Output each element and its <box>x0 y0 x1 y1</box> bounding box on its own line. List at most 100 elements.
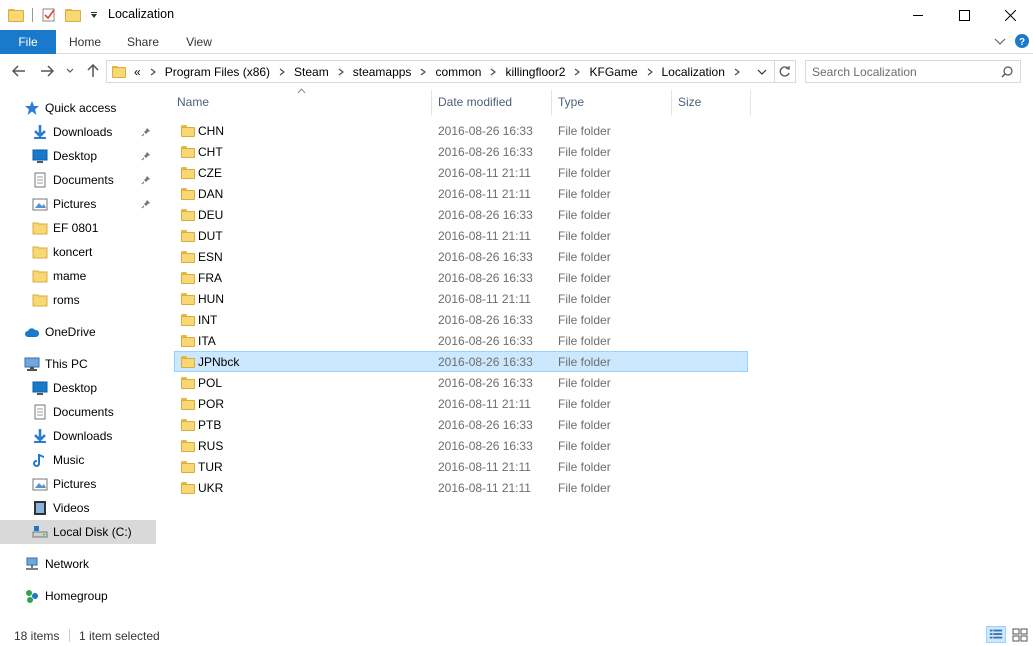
column-header-type[interactable]: Type <box>558 86 670 118</box>
file-row[interactable]: DUT 2016-08-11 21:11 File folder <box>174 225 748 246</box>
search-input[interactable] <box>812 62 992 82</box>
pin-icon[interactable] <box>141 175 151 185</box>
title-bar: Localization <box>0 0 1033 30</box>
minimize-button[interactable] <box>895 0 941 30</box>
address-overflow[interactable]: « <box>134 65 141 79</box>
sidebar-item-this-pc[interactable]: This PC <box>0 352 156 376</box>
address-bar[interactable]: « Program Files (x86) Steam steamapps commo… <box>106 60 796 83</box>
file-row[interactable]: ITA 2016-08-26 16:33 File folder <box>174 330 748 351</box>
customize-toolbar-dropdown-icon[interactable] <box>89 10 99 20</box>
file-row[interactable]: HUN 2016-08-11 21:11 File folder <box>174 288 748 309</box>
homegroup-icon <box>26 590 38 603</box>
file-row[interactable]: CZE 2016-08-11 21:11 File folder <box>174 162 748 183</box>
file-row[interactable]: DAN 2016-08-11 21:11 File folder <box>174 183 748 204</box>
sidebar-item-label: Downloads <box>53 125 113 139</box>
tab-share[interactable]: Share <box>116 30 170 54</box>
column-divider[interactable] <box>431 90 432 116</box>
column-divider[interactable] <box>750 90 751 116</box>
breadcrumb-chevron-icon[interactable] <box>647 68 653 76</box>
file-row[interactable]: PTB 2016-08-26 16:33 File folder <box>174 414 748 435</box>
sidebar-item-videos[interactable]: Videos <box>0 496 156 520</box>
sidebar-item-roms[interactable]: roms <box>0 288 156 312</box>
new-folder-icon[interactable] <box>65 8 81 22</box>
up-button[interactable] <box>82 60 104 82</box>
breadcrumb-item[interactable]: KFGame <box>589 65 637 79</box>
sidebar-item-ef-0801[interactable]: EF 0801 <box>0 216 156 240</box>
breadcrumb-item[interactable]: Localization <box>662 65 725 79</box>
breadcrumb-chevron-icon[interactable] <box>338 68 344 76</box>
breadcrumb-item[interactable]: steamapps <box>353 65 412 79</box>
file-row[interactable]: CHN 2016-08-26 16:33 File folder <box>174 120 748 141</box>
column-divider[interactable] <box>551 90 552 116</box>
breadcrumb-item[interactable]: Steam <box>294 65 329 79</box>
sidebar-item-local-disk-c[interactable]: Local Disk (C:) <box>0 520 156 544</box>
breadcrumb-chevron-icon[interactable] <box>734 68 740 76</box>
breadcrumb-chevron-icon[interactable] <box>279 68 285 76</box>
sidebar-item-downloads[interactable]: Downloads <box>0 120 156 144</box>
file-row[interactable]: INT 2016-08-26 16:33 File folder <box>174 309 748 330</box>
properties-icon[interactable] <box>41 7 57 23</box>
sidebar-item-downloads[interactable]: Downloads <box>0 424 156 448</box>
file-row[interactable]: POR 2016-08-11 21:11 File folder <box>174 393 748 414</box>
details-view-icon[interactable] <box>986 626 1006 643</box>
sidebar-item-desktop[interactable]: Desktop <box>0 376 156 400</box>
expand-ribbon-chevron-icon[interactable] <box>994 37 1006 47</box>
help-icon[interactable]: ? <box>1015 34 1029 48</box>
column-divider[interactable] <box>671 90 672 116</box>
drive-icon <box>32 526 48 538</box>
folder-icon <box>32 270 48 283</box>
sidebar-item-homegroup[interactable]: Homegroup <box>0 584 156 608</box>
sidebar-item-documents[interactable]: Documents <box>0 400 156 424</box>
file-row[interactable]: TUR 2016-08-11 21:11 File folder <box>174 456 748 477</box>
breadcrumb-chevron-icon[interactable] <box>150 68 156 76</box>
sidebar-item-network[interactable]: Network <box>0 552 156 576</box>
pin-icon[interactable] <box>141 127 151 137</box>
sidebar-item-documents[interactable]: Documents <box>0 168 156 192</box>
file-row[interactable]: ESN 2016-08-26 16:33 File folder <box>174 246 748 267</box>
sidebar-item-mame[interactable]: mame <box>0 264 156 288</box>
search-box[interactable] <box>805 60 1021 83</box>
file-name: UKR <box>198 481 224 495</box>
file-row[interactable]: JPNbck 2016-08-26 16:33 File folder <box>174 351 748 372</box>
sidebar-item-music[interactable]: Music <box>0 448 156 472</box>
sidebar-item-pictures[interactable]: Pictures <box>0 472 156 496</box>
file-row[interactable]: POL 2016-08-26 16:33 File folder <box>174 372 748 393</box>
recent-locations-button[interactable] <box>63 60 77 82</box>
large-icons-view-icon[interactable] <box>1010 626 1030 643</box>
breadcrumb: Program Files (x86) Steam steamapps common k… <box>146 65 744 79</box>
breadcrumb-item[interactable]: killingfloor2 <box>505 65 565 79</box>
sidebar-item-onedrive[interactable]: OneDrive <box>0 320 156 344</box>
file-row[interactable]: FRA 2016-08-26 16:33 File folder <box>174 267 748 288</box>
folder-icon <box>8 8 24 22</box>
forward-button[interactable] <box>36 60 58 82</box>
file-row[interactable]: DEU 2016-08-26 16:33 File folder <box>174 204 748 225</box>
file-row[interactable]: RUS 2016-08-26 16:33 File folder <box>174 435 748 456</box>
sidebar-item-label: Quick access <box>45 101 117 115</box>
back-button[interactable] <box>8 60 30 82</box>
sidebar-item-desktop[interactable]: Desktop <box>0 144 156 168</box>
breadcrumb-item[interactable]: Program Files (x86) <box>165 65 270 79</box>
address-dropdown-icon[interactable] <box>757 68 767 76</box>
breadcrumb-chevron-icon[interactable] <box>490 68 497 76</box>
sidebar-item-label: Pictures <box>53 477 97 491</box>
tab-home[interactable]: Home <box>58 30 112 54</box>
breadcrumb-item[interactable]: common <box>435 65 481 79</box>
breadcrumb-chevron-icon[interactable] <box>420 68 427 76</box>
breadcrumb-chevron-icon[interactable] <box>574 68 581 76</box>
sidebar-item-koncert[interactable]: koncert <box>0 240 156 264</box>
tab-view[interactable]: View <box>174 30 224 54</box>
refresh-icon[interactable] <box>778 65 791 78</box>
column-header-size[interactable]: Size <box>678 86 750 118</box>
sidebar-item-quick-access[interactable]: Quick access <box>0 96 156 120</box>
pin-icon[interactable] <box>141 199 151 209</box>
file-row[interactable]: CHT 2016-08-26 16:33 File folder <box>174 141 748 162</box>
close-button[interactable] <box>987 0 1033 30</box>
sidebar-item-pictures[interactable]: Pictures <box>0 192 156 216</box>
search-icon[interactable] <box>1001 66 1013 78</box>
download-arrow-icon <box>34 125 46 139</box>
maximize-button[interactable] <box>941 0 987 30</box>
column-header-date[interactable]: Date modified <box>438 86 550 118</box>
tab-file[interactable]: File <box>0 30 56 54</box>
file-row[interactable]: UKR 2016-08-11 21:11 File folder <box>174 477 748 498</box>
pin-icon[interactable] <box>141 151 151 161</box>
